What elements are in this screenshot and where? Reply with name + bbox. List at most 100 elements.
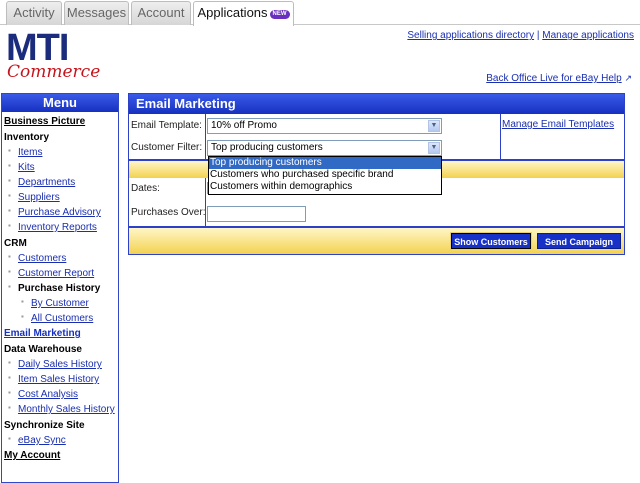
menu-item-label: By Customer <box>31 298 89 309</box>
column-divider <box>205 178 206 226</box>
column-divider <box>500 114 501 159</box>
bullet-icon: ▪ <box>8 176 11 185</box>
manage-email-templates-link[interactable]: Manage Email Templates <box>502 119 614 130</box>
help-link-container: Back Office Live for eBay Help ↗ <box>486 73 632 84</box>
menu-item-purchase-advisory[interactable]: ▪ Purchase Advisory <box>4 205 118 220</box>
link-separator: | <box>536 30 540 41</box>
menu-item-label: Suppliers <box>18 192 60 203</box>
tab-label: Applications <box>197 5 268 20</box>
menu-item-label: Email Marketing <box>4 328 81 339</box>
column-divider <box>205 114 206 159</box>
bullet-icon: ▪ <box>21 312 24 321</box>
menu-item-label: CRM <box>4 238 27 249</box>
menu-item-crm: CRM <box>4 236 118 251</box>
dates-label: Dates: <box>131 183 160 194</box>
panel-title: Email Marketing <box>129 94 624 114</box>
menu-item-cost-analysis[interactable]: ▪ Cost Analysis <box>4 387 118 402</box>
external-arrow-icon: ↗ <box>624 73 632 83</box>
menu-item-label: Cost Analysis <box>18 389 79 400</box>
menu-item-customers[interactable]: ▪ Customers <box>4 251 118 266</box>
menu-item-label: Synchronize Site <box>4 420 85 431</box>
menu-item-customer-report[interactable]: ▪ Customer Report <box>4 266 118 281</box>
menu-item-label: Inventory Reports <box>18 222 97 233</box>
customer-filter-options: Top producing customers Customers who pu… <box>208 156 442 195</box>
tab-label: Messages <box>66 5 127 20</box>
tab-account[interactable]: Account <box>131 1 191 25</box>
menu-body: Business Picture Inventory ▪ Items ▪ Kits ▪ Dep… <box>2 112 118 463</box>
menu-item-my-account[interactable]: My Account <box>4 448 118 463</box>
bullet-icon: ▪ <box>8 161 11 170</box>
menu-item-business-picture[interactable]: Business Picture <box>4 114 118 129</box>
bullet-icon: ▪ <box>8 206 11 215</box>
bullet-icon: ▪ <box>8 221 11 230</box>
menu-item-label: Kits <box>18 162 35 173</box>
menu-item-label: Departments <box>18 177 76 188</box>
menu-item-synchronize-site: Synchronize Site <box>4 418 118 433</box>
commerce-logo-text: Commerce <box>7 62 101 82</box>
tab-label: Account <box>137 5 185 20</box>
menu-item-ebay-sync[interactable]: ▪ eBay Sync <box>4 433 118 448</box>
menu-title: Menu <box>2 94 118 112</box>
bullet-icon: ▪ <box>8 388 11 397</box>
menu-item-kits[interactable]: ▪ Kits <box>4 160 118 175</box>
chevron-down-icon: ▼ <box>428 120 440 132</box>
customer-filter-label: Customer Filter: <box>131 142 203 153</box>
customer-filter-value: Top producing customers <box>211 142 323 153</box>
menu-item-inventory-reports[interactable]: ▪ Inventory Reports <box>4 220 118 235</box>
tab-label: Activity <box>13 5 55 20</box>
bullet-icon: ▪ <box>21 297 24 306</box>
menu-item-label: eBay Sync <box>18 435 66 446</box>
tab-bar: Activity Messages Account Applications NE… <box>0 0 640 26</box>
menu-item-label: Purchase Advisory <box>18 207 101 218</box>
menu-item-label: Business Picture <box>4 116 86 127</box>
bullet-icon: ▪ <box>8 191 11 200</box>
tab-applications[interactable]: Applications NEW <box>193 1 294 26</box>
bullet-icon: ▪ <box>8 146 11 155</box>
menu-item-items[interactable]: ▪ Items <box>4 145 118 160</box>
menu-item-label: Daily Sales History <box>18 359 102 370</box>
menu-item-label: Data Warehouse <box>4 344 82 355</box>
menu-item-item-sales-history[interactable]: ▪ Item Sales History <box>4 372 118 387</box>
send-campaign-button[interactable]: Send Campaign <box>537 233 621 249</box>
purchases-over-label: Purchases Over: <box>131 207 206 218</box>
menu-item-daily-sales-history[interactable]: ▪ Daily Sales History <box>4 357 118 372</box>
menu-item-data-warehouse: Data Warehouse <box>4 342 118 357</box>
tab-activity[interactable]: Activity <box>6 1 62 25</box>
menu-item-label: Inventory <box>4 132 50 143</box>
customer-filter-select[interactable]: Top producing customers ▼ <box>207 140 442 156</box>
menu-item-label: Item Sales History <box>18 374 100 385</box>
menu-item-label: Customers <box>18 253 67 264</box>
bullet-icon: ▪ <box>8 403 11 412</box>
filter-option[interactable]: Customers within demographics <box>209 181 441 193</box>
bullet-icon: ▪ <box>8 434 11 443</box>
menu-item-label: Customer Report <box>18 268 95 279</box>
bullet-icon: ▪ <box>8 282 11 291</box>
menu-item-inventory: Inventory <box>4 130 118 145</box>
bullet-icon: ▪ <box>8 358 11 367</box>
menu-item-label: Monthly Sales History <box>18 404 115 415</box>
email-template-label: Email Template: <box>131 120 202 131</box>
bullet-icon: ▪ <box>8 373 11 382</box>
menu-item-email-marketing[interactable]: Email Marketing <box>4 326 118 341</box>
filter-option[interactable]: Top producing customers <box>209 157 441 169</box>
menu-item-monthly-sales-history[interactable]: ▪ Monthly Sales History <box>4 402 118 417</box>
header-links: Selling applications directory | Manage … <box>407 30 634 41</box>
new-badge: NEW <box>269 10 290 19</box>
chevron-down-icon: ▼ <box>428 142 440 154</box>
menu-item-departments[interactable]: ▪ Departments <box>4 175 118 190</box>
help-link[interactable]: Back Office Live for eBay Help <box>486 73 621 84</box>
tab-messages[interactable]: Messages <box>64 1 129 25</box>
email-template-select[interactable]: 10% off Promo ▼ <box>207 118 442 134</box>
menu-item-label: My Account <box>4 450 61 461</box>
email-template-value: 10% off Promo <box>211 120 277 131</box>
mti-logo: MTI <box>6 27 69 69</box>
bullet-icon: ▪ <box>8 267 11 276</box>
manage-applications-link[interactable]: Manage applications <box>542 30 634 41</box>
show-customers-button[interactable]: Show Customers <box>450 232 532 250</box>
purchases-over-input[interactable] <box>207 206 306 222</box>
filter-option[interactable]: Customers who purchased specific brand <box>209 169 441 181</box>
selling-directory-link[interactable]: Selling applications directory <box>407 30 534 41</box>
menu-item-suppliers[interactable]: ▪ Suppliers <box>4 190 118 205</box>
menu-item-label: Items <box>18 147 43 158</box>
menu-item-all-customers[interactable]: ▪ All Customers <box>4 311 118 326</box>
